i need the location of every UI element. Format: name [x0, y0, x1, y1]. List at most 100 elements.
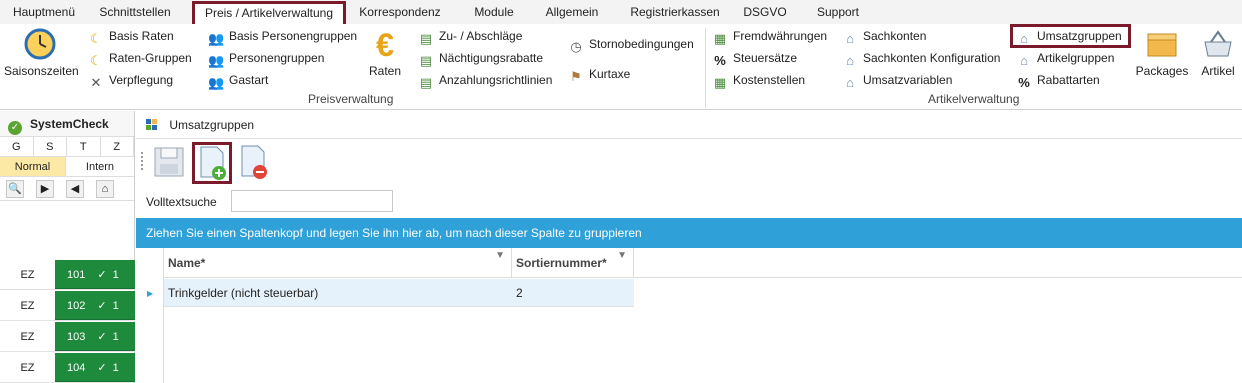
- checkin-icon[interactable]: ▶: [36, 179, 54, 198]
- ribbon: Saisonszeiten ☾ Basis Raten ☾ Raten-Gruppe…: [0, 24, 1242, 110]
- ribbon-tabs: Hauptmenü Schnittstellen Preis / Artikel…: [0, 0, 1242, 25]
- checkout-icon[interactable]: ◀: [66, 179, 84, 198]
- verpflegung-button[interactable]: ✕ Verpflegung: [88, 70, 174, 90]
- basis-personengruppen-button[interactable]: 👥 Basis Personengruppen: [208, 26, 357, 46]
- delete-document-icon[interactable]: [236, 144, 270, 180]
- column-g[interactable]: G: [0, 137, 34, 156]
- people-icon: 👥: [208, 53, 225, 68]
- gastart-label: Gastart: [229, 73, 269, 87]
- checkmark-icon: ✓: [97, 300, 107, 312]
- discount-icon: ▤: [419, 31, 433, 46]
- stornobedingungen-label: Stornobedingungen: [589, 37, 694, 51]
- toolbar-grip[interactable]: [141, 152, 143, 170]
- tab-schnittstellen[interactable]: Schnittstellen: [92, 3, 178, 24]
- search-input[interactable]: [231, 190, 393, 212]
- column-s[interactable]: S: [34, 137, 67, 156]
- left-toolbar: 🔍 ▶ ◀ ⌂: [0, 177, 134, 201]
- basis-raten-button[interactable]: ☾ Basis Raten: [88, 26, 174, 46]
- checkmark-icon: ✓: [97, 362, 107, 374]
- sachkonten-konfiguration-button[interactable]: ⌂ Sachkonten Konfiguration: [842, 48, 1000, 68]
- new-document-icon[interactable]: [195, 145, 229, 181]
- window-title: Umsatzgruppen: [169, 118, 255, 132]
- sachkonten-label: Sachkonten: [863, 29, 927, 43]
- umsatzvariablen-button[interactable]: ⌂ Umsatzvariablen: [842, 70, 952, 90]
- euro-icon: €: [376, 28, 394, 60]
- fremdwaehrungen-label: Fremdwährungen: [733, 29, 828, 43]
- umsatzgruppen-button[interactable]: ⌂ Umsatzgruppen: [1016, 26, 1122, 46]
- kostenstellen-button[interactable]: ▦ Kostenstellen: [712, 70, 805, 90]
- umsatzgruppen-label: Umsatzgruppen: [1037, 29, 1122, 43]
- stornobedingungen-button[interactable]: ◷ Stornobedingungen: [568, 34, 694, 54]
- basket-icon: [1204, 30, 1232, 57]
- rabattarten-button[interactable]: % Rabattarten: [1016, 70, 1100, 90]
- saisonszeiten-button[interactable]: Saisonszeiten: [4, 28, 79, 78]
- variables-icon: ⌂: [846, 75, 854, 90]
- room-number: 104: [67, 362, 86, 374]
- fremdwaehrungen-button[interactable]: ▦ Fremdwährungen: [712, 26, 827, 46]
- naechtigungsrabatte-button[interactable]: ▤ Nächtigungsrabatte: [418, 48, 543, 68]
- tab-module[interactable]: Module: [466, 3, 522, 24]
- artikel-button[interactable]: Artikel: [1196, 28, 1240, 78]
- kostenstellen-label: Kostenstellen: [733, 73, 806, 87]
- account-config-icon: ⌂: [846, 53, 854, 68]
- raten-gruppen-button[interactable]: ☾ Raten-Gruppen: [88, 48, 192, 68]
- cell-name[interactable]: Trinkgelder (nicht steuerbar): [164, 279, 512, 307]
- tab-preis-artikelverwaltung[interactable]: Preis / Artikelverwaltung: [192, 1, 346, 25]
- cell-sortiernummer[interactable]: 2: [512, 279, 634, 307]
- tab-registrierkassen[interactable]: Registrierkassen: [622, 3, 728, 24]
- room-row[interactable]: EZ 103 ✓ 1: [0, 322, 135, 352]
- group-separator: [705, 28, 706, 108]
- cost-center-icon: ▦: [713, 75, 727, 90]
- column-header-name[interactable]: Name* ▼: [164, 248, 512, 278]
- sachkonten-konfiguration-label: Sachkonten Konfiguration: [863, 51, 1001, 65]
- steuersaetze-button[interactable]: % Steuersätze: [712, 48, 797, 68]
- tab-korrespondenz[interactable]: Korrespondenz: [354, 3, 446, 24]
- mode-intern[interactable]: Intern: [66, 157, 134, 176]
- column-z[interactable]: Z: [101, 137, 134, 156]
- moon-icon: ☾: [90, 31, 102, 46]
- gastart-button[interactable]: 👥 Gastart: [208, 70, 268, 90]
- artikelgruppen-button[interactable]: ⌂ Artikelgruppen: [1016, 48, 1114, 68]
- column-t[interactable]: T: [67, 137, 101, 156]
- packages-button[interactable]: Packages: [1134, 28, 1190, 78]
- search-row: Volltextsuche: [136, 187, 1242, 217]
- room-status: 101 ✓ 1: [55, 260, 135, 289]
- sachkonten-button[interactable]: ⌂ Sachkonten: [842, 26, 926, 46]
- home-icon[interactable]: ⌂: [96, 179, 114, 198]
- room-count: 1: [112, 362, 119, 374]
- room-status: 104 ✓ 1: [55, 353, 135, 382]
- room-row[interactable]: EZ 102 ✓ 1: [0, 291, 135, 321]
- raten-button[interactable]: € Raten: [362, 28, 408, 78]
- package-icon: [1147, 33, 1177, 57]
- mode-normal[interactable]: Normal: [0, 157, 66, 176]
- room-row[interactable]: EZ 101 ✓ 1: [0, 260, 135, 290]
- mode-switch: Normal Intern: [0, 157, 134, 177]
- personengruppen-button[interactable]: 👥 Personengruppen: [208, 48, 324, 68]
- umsatzgruppen-window: Umsatzgruppen Volltextsuche Ziehen Sie e…: [136, 111, 1242, 383]
- tab-hauptmenue[interactable]: Hauptmenü: [6, 3, 82, 24]
- filter-icon[interactable]: ▼: [495, 250, 505, 262]
- room-type: EZ: [20, 300, 35, 312]
- table-row[interactable]: Trinkgelder (nicht steuerbar) 2: [164, 279, 634, 307]
- tab-support[interactable]: Support: [808, 3, 868, 24]
- grid-header: Name* ▼ Sortiernummer* ▼: [136, 248, 1242, 383]
- anzahlungsrichtlinien-button[interactable]: ▤ Anzahlungsrichtlinien: [418, 70, 553, 90]
- clock-icon: [24, 28, 56, 60]
- tab-dsgvo[interactable]: DSGVO: [740, 3, 790, 24]
- tab-allgemein[interactable]: Allgemein: [538, 3, 606, 24]
- group-panel[interactable]: Ziehen Sie einen Spaltenkopf und legen S…: [136, 218, 1242, 248]
- search-icon[interactable]: 🔍: [6, 179, 24, 198]
- artikelgruppen-label: Artikelgruppen: [1037, 51, 1115, 65]
- guests-icon: 👥: [208, 75, 225, 90]
- zu-abschlaege-button[interactable]: ▤ Zu- / Abschläge: [418, 26, 523, 46]
- svg-text:€: €: [376, 28, 394, 60]
- column-header-sortiernummer[interactable]: Sortiernummer* ▼: [512, 248, 634, 278]
- account-icon: ⌂: [846, 31, 854, 46]
- room-row[interactable]: EZ 104 ✓ 1: [0, 353, 135, 383]
- save-icon[interactable]: [152, 144, 186, 180]
- row-indicator-column: [136, 248, 164, 383]
- personengruppen-label: Personengruppen: [229, 51, 325, 65]
- filter-icon[interactable]: ▼: [617, 250, 627, 262]
- search-label: Volltextsuche: [146, 195, 217, 209]
- kurtaxe-button[interactable]: ⚑ Kurtaxe: [568, 64, 630, 84]
